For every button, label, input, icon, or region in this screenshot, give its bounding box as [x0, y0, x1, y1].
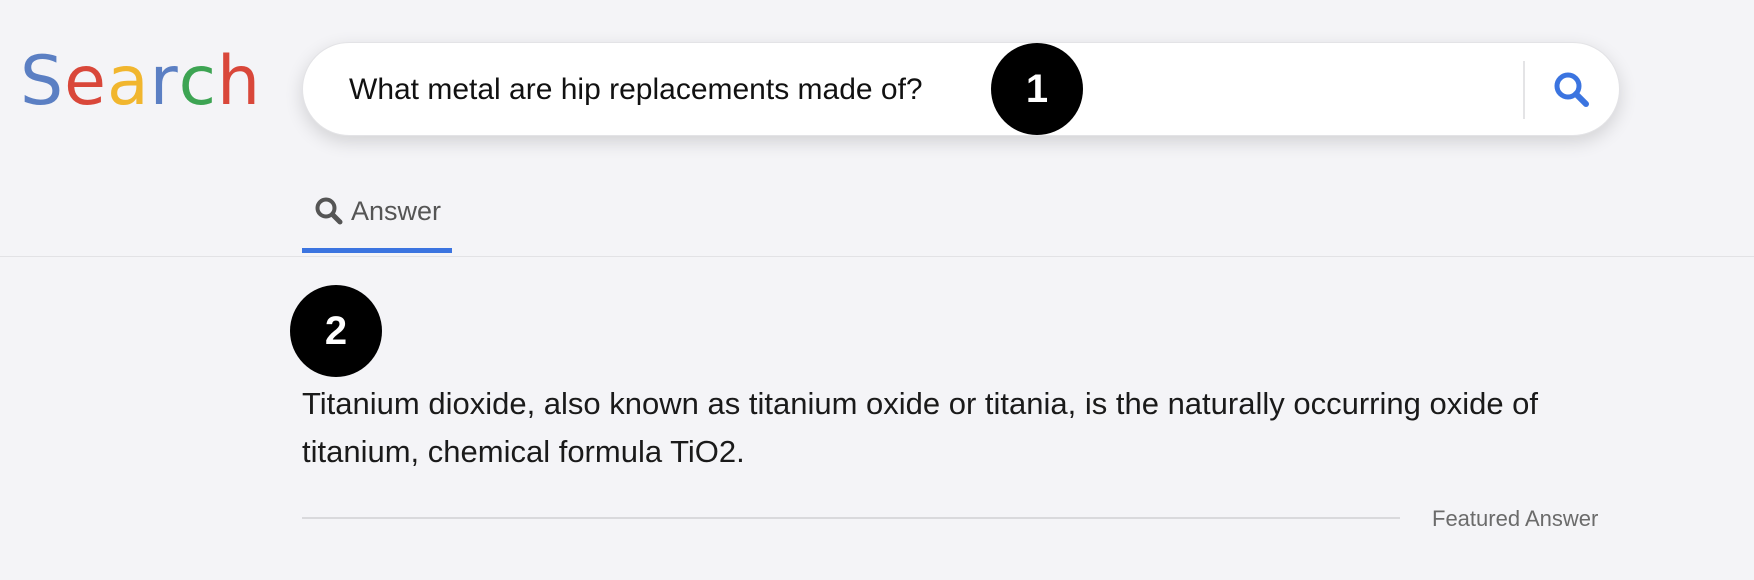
- tab-answer[interactable]: Answer: [302, 188, 452, 256]
- logo-letter: c: [178, 42, 218, 121]
- search-icon: [315, 197, 343, 225]
- answer-divider: [302, 517, 1400, 519]
- search-page: Search 1 Answer 2 Titanium dioxide, also…: [0, 0, 1754, 580]
- logo-letter: h: [217, 42, 262, 121]
- featured-answer-text: Titanium dioxide, also known as titanium…: [302, 386, 1539, 469]
- logo-letter: e: [64, 42, 108, 121]
- search-icon: [1554, 72, 1589, 107]
- step-marker-1: 1: [991, 43, 1083, 135]
- logo-letter: a: [107, 42, 150, 121]
- step-marker-2: 2: [290, 285, 382, 377]
- featured-answer-label: Featured Answer: [1432, 506, 1599, 531]
- tab-answer-label: Answer: [351, 196, 442, 226]
- search-divider: [1523, 61, 1525, 119]
- search-bar: [302, 42, 1620, 136]
- active-tab-indicator: [302, 248, 452, 253]
- logo-letter: S: [20, 42, 65, 121]
- search-button[interactable]: [1541, 59, 1603, 121]
- header-divider: [0, 256, 1754, 257]
- logo-letter: r: [149, 42, 179, 121]
- search-logo[interactable]: Search: [20, 48, 261, 116]
- search-input[interactable]: [349, 65, 1249, 115]
